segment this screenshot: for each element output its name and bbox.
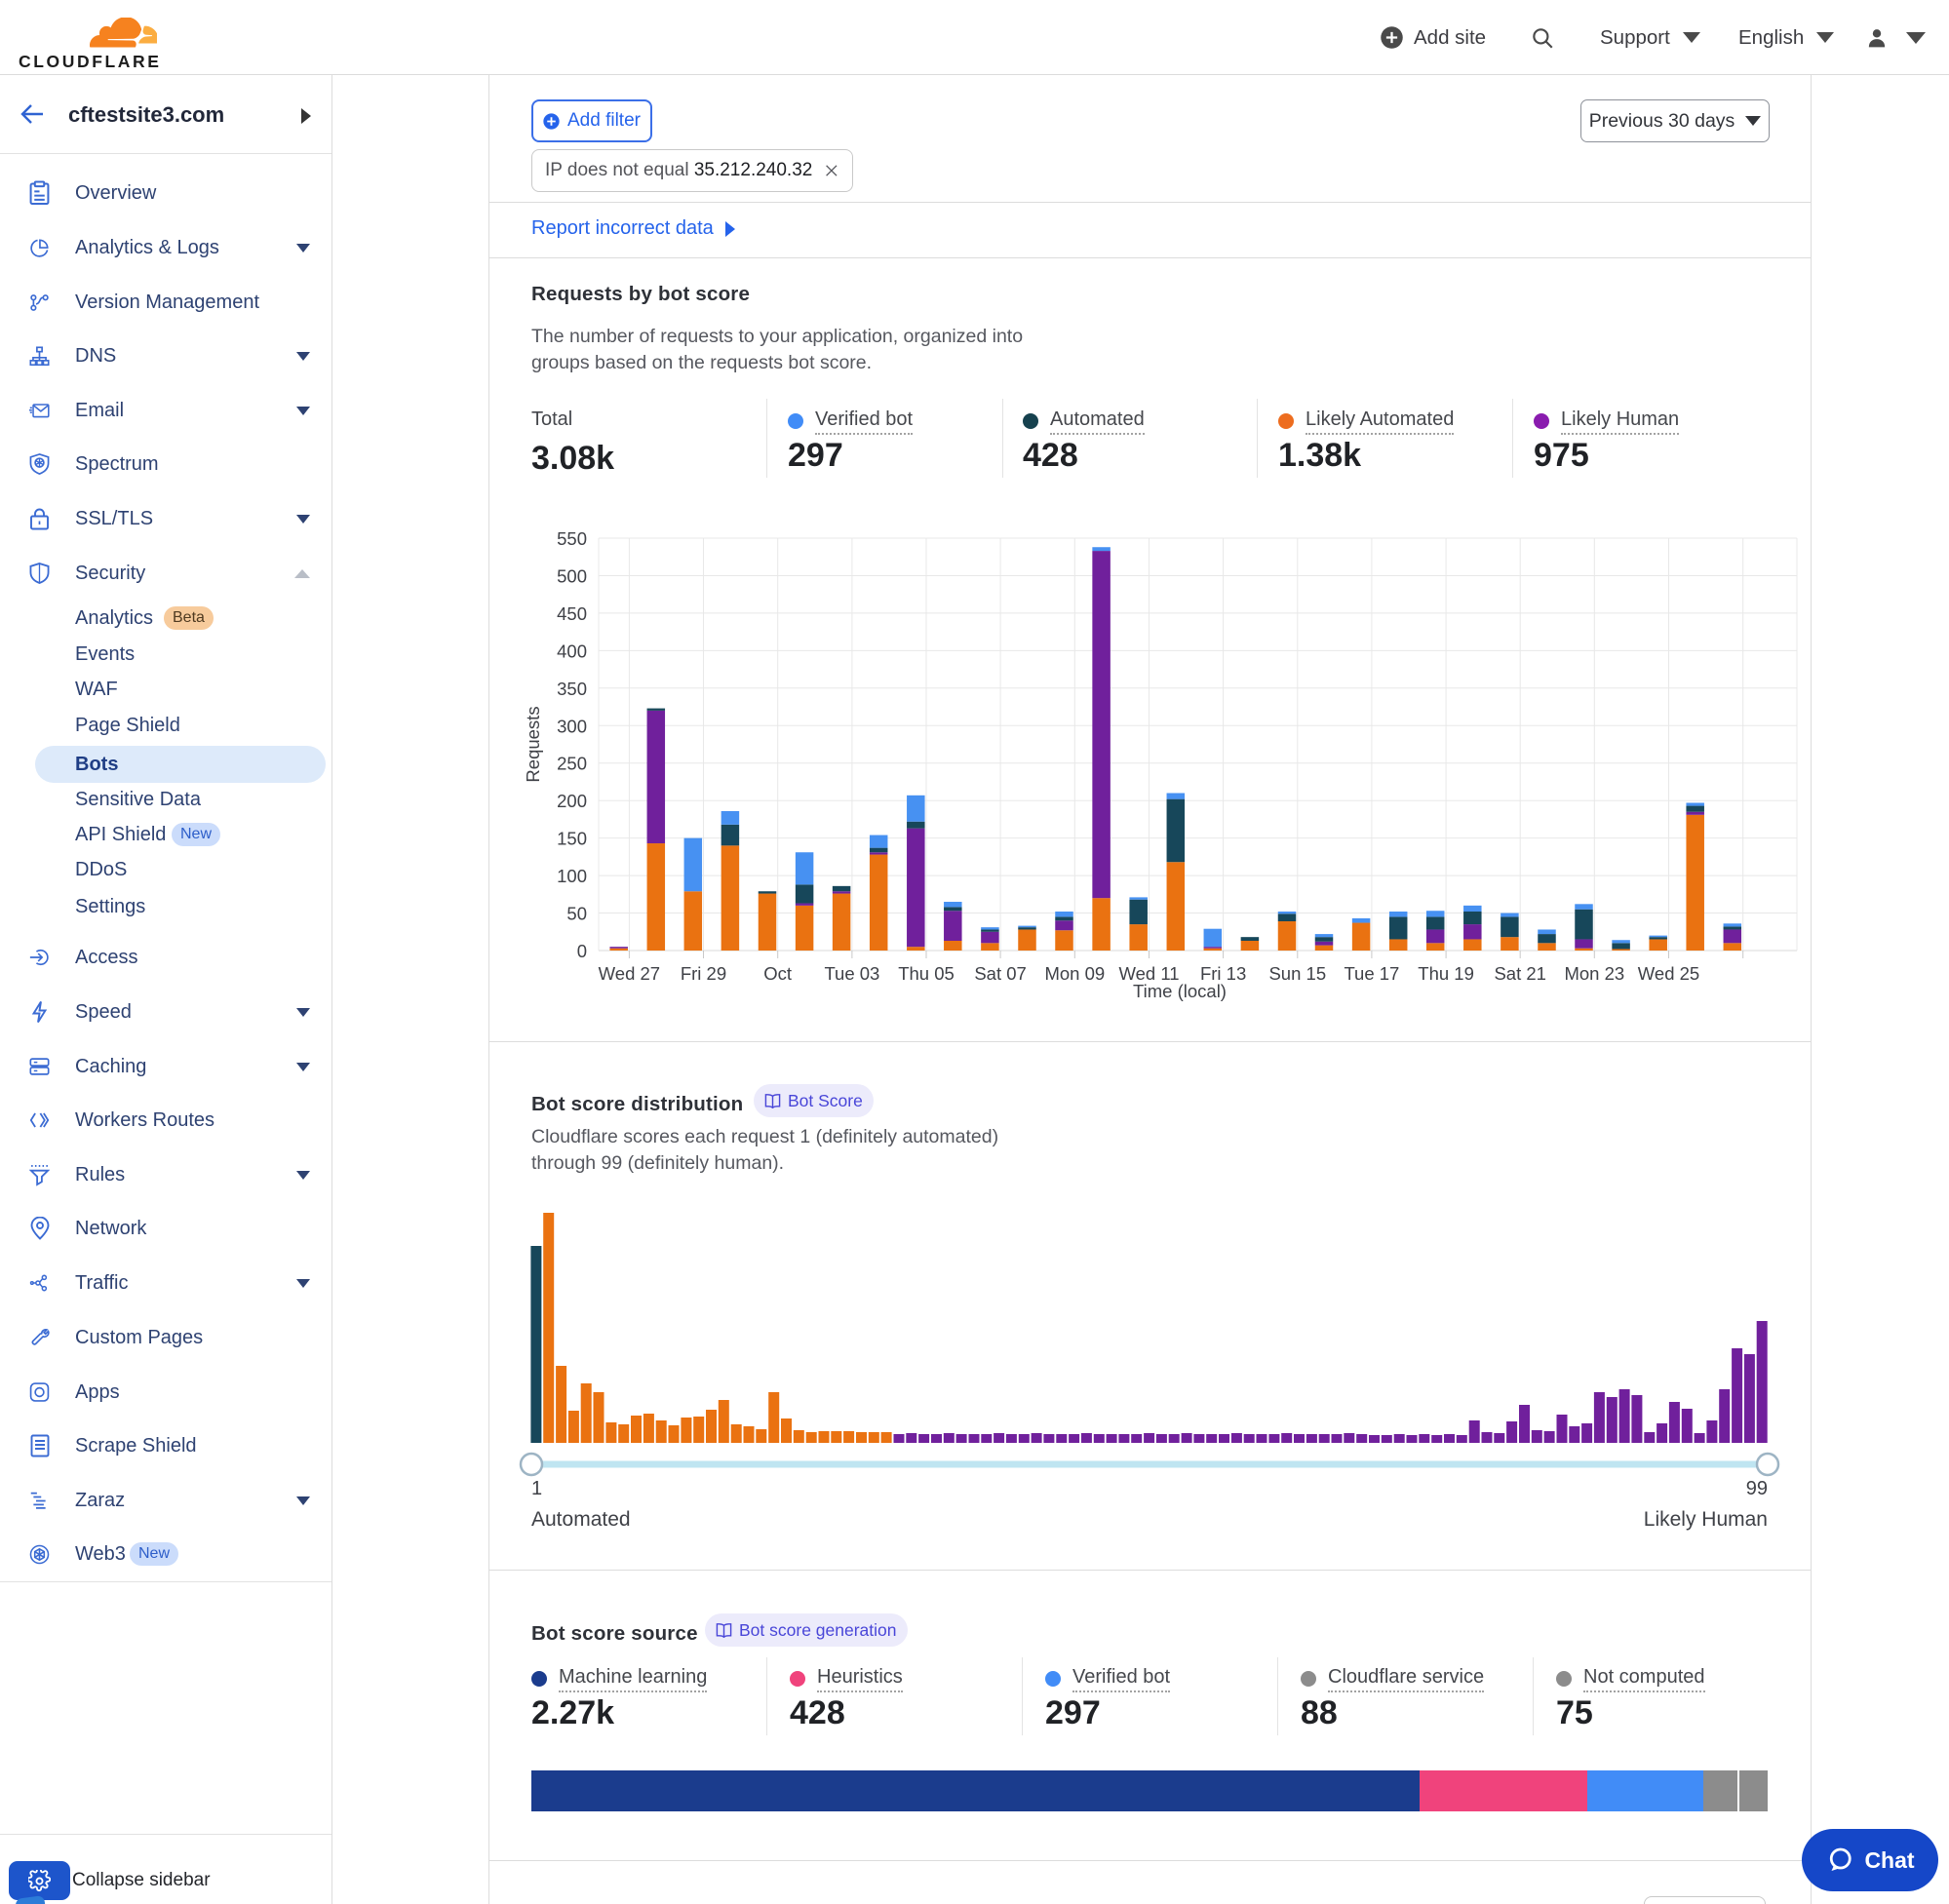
svg-text:Wed 25: Wed 25 (1638, 963, 1699, 984)
svg-text:Tue 17: Tue 17 (1344, 963, 1399, 984)
svg-text:400: 400 (557, 641, 587, 661)
svg-text:Sat 21: Sat 21 (1494, 963, 1546, 984)
svg-text:250: 250 (557, 754, 587, 774)
svg-text:Oct: Oct (763, 963, 792, 984)
svg-text:Mon 09: Mon 09 (1044, 963, 1105, 984)
svg-text:0: 0 (577, 941, 587, 961)
svg-text:Requests: Requests (523, 706, 543, 782)
svg-text:300: 300 (557, 716, 587, 736)
svg-text:500: 500 (557, 566, 587, 587)
svg-text:Time (local): Time (local) (1133, 981, 1227, 1001)
svg-text:50: 50 (566, 904, 587, 924)
svg-text:450: 450 (557, 603, 587, 624)
svg-text:150: 150 (557, 829, 587, 849)
svg-text:200: 200 (557, 791, 587, 811)
svg-text:Thu 05: Thu 05 (898, 963, 955, 984)
svg-text:Sun 15: Sun 15 (1268, 963, 1326, 984)
svg-text:Thu 19: Thu 19 (1418, 963, 1474, 984)
svg-text:100: 100 (557, 866, 587, 886)
svg-text:Sat 07: Sat 07 (974, 963, 1027, 984)
svg-text:Wed 27: Wed 27 (599, 963, 660, 984)
svg-text:Tue 03: Tue 03 (824, 963, 879, 984)
svg-text:Fri 29: Fri 29 (681, 963, 726, 984)
svg-text:550: 550 (557, 528, 587, 549)
svg-text:350: 350 (557, 679, 587, 699)
svg-text:Mon 23: Mon 23 (1564, 963, 1624, 984)
